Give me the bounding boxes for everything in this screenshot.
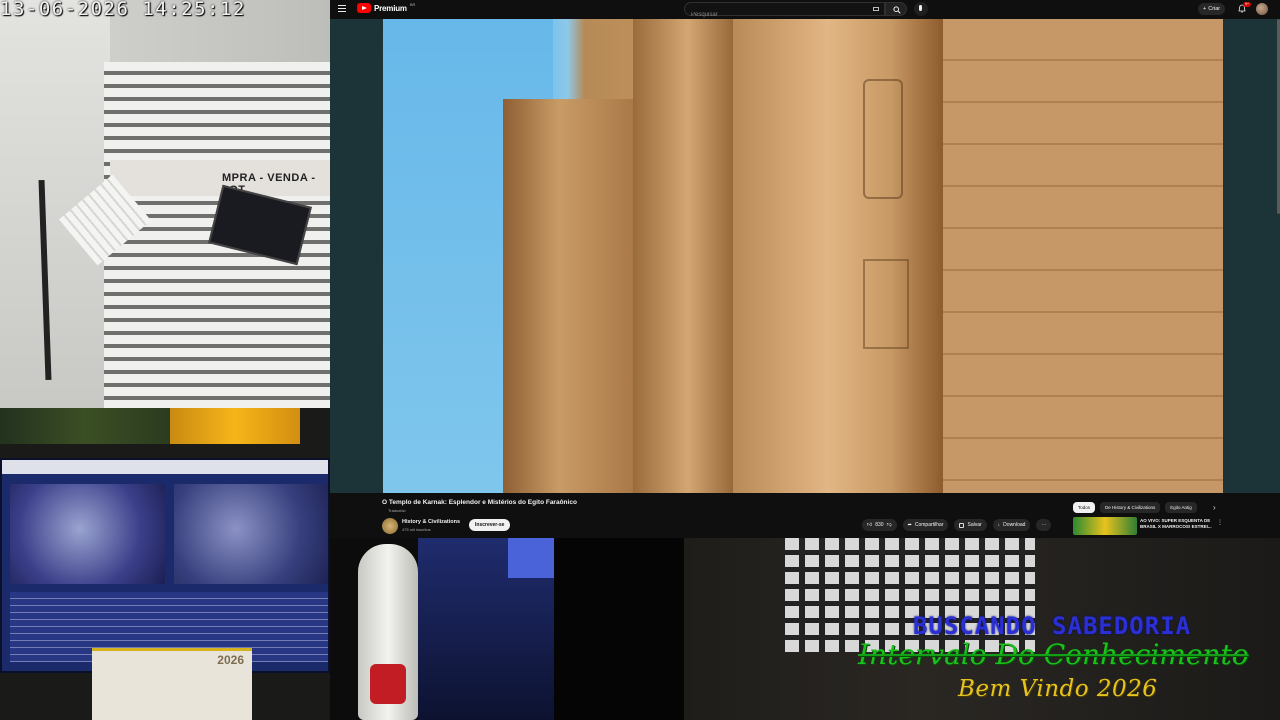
subscribe-button[interactable]: Inscrever-se [469, 519, 511, 531]
channel-avatar[interactable] [382, 518, 398, 534]
hieroglyph-cartouche [863, 79, 903, 199]
recommended-title[interactable]: AO VIVO: SUPER ESQUENTA DE BRASIL X MARR… [1140, 518, 1220, 529]
hamburger-menu-icon[interactable] [338, 5, 346, 13]
voice-search-mic-icon[interactable] [914, 2, 928, 16]
monitor-stream-thumb-2 [174, 484, 328, 584]
video-wall [943, 19, 1223, 493]
like-dislike-button[interactable]: 👍︎ 830 👎︎ [862, 519, 897, 531]
youtube-logo[interactable]: Premium BR [357, 1, 416, 13]
video-title: O Templo de Karnak: Esplendor e Mistério… [382, 499, 577, 506]
share-icon: ➦ [907, 522, 912, 528]
share-label: Compartilhar [914, 522, 944, 528]
youtube-play-icon [357, 3, 371, 13]
chip-channel[interactable]: De History & Civilizations [1100, 502, 1161, 513]
more-icon: ⋯ [1041, 522, 1047, 528]
logo-text: Premium [374, 3, 407, 13]
logo-country: BR [409, 1, 416, 7]
user-avatar[interactable] [1256, 3, 1268, 15]
chip-topic[interactable]: Egito Antig [1165, 502, 1197, 513]
search-icon [893, 6, 901, 14]
desk-calendar: 2026 [92, 648, 252, 720]
translated-tag: Traduzido [388, 508, 406, 513]
desk-webcam: 2026 [0, 408, 330, 720]
stream-layout: MPRA - VENDA - LOT 13-06-2026 14:25:12 2… [0, 0, 1280, 720]
video-player[interactable] [383, 19, 1223, 493]
download-button[interactable]: ↓ Download [992, 519, 1031, 531]
player-left-margin [330, 19, 383, 493]
overlay-subtitle: Intervalo Do Conhecimento [858, 638, 1249, 671]
save-icon [959, 522, 965, 528]
monitor-stream-thumb-1 [10, 484, 165, 584]
collectible-figure [358, 544, 418, 720]
create-label: Criar [1208, 6, 1221, 12]
create-button[interactable]: + Criar [1198, 3, 1226, 15]
keyboard-icon[interactable] [873, 7, 879, 11]
chevron-right-icon[interactable]: › [1213, 503, 1216, 512]
chip-all[interactable]: Todos [1073, 502, 1096, 513]
recommended-thumbnail[interactable] [1073, 517, 1137, 535]
calendar-year: 2026 [217, 653, 244, 667]
channel-subscribers: 475 mil inscritos [402, 527, 431, 532]
thumbs-down-icon: 👎︎ [886, 522, 892, 528]
search-box [684, 2, 885, 21]
video-column-3 [733, 19, 943, 493]
dark-area [554, 538, 684, 720]
desk-lamp [170, 408, 300, 444]
player-right-margin [1223, 19, 1280, 493]
more-actions-button[interactable]: ⋯ [1036, 519, 1052, 531]
camera-feed: MPRA - VENDA - LOT 13-06-2026 14:25:12 [0, 0, 330, 408]
like-count: 830 [875, 522, 884, 528]
related-filter-chips: Todos De History & Civilizations Egito A… [1073, 502, 1197, 513]
share-button[interactable]: ➦ Compartilhar [902, 519, 949, 531]
notifications-badge: 9+ [1243, 2, 1251, 7]
youtube-window: Premium BR +Criar 9+ O Templo de Karnak:… [330, 0, 1280, 538]
overlay-title: BUSCANDO SABEDORIA [913, 612, 1192, 640]
side-monitor [418, 538, 554, 720]
monitor-browser-bar [2, 460, 328, 474]
plant-shelf [0, 408, 170, 444]
plus-icon: + [1203, 6, 1207, 12]
video-column-1 [503, 99, 643, 493]
search-button[interactable] [885, 2, 907, 16]
download-icon: ↓ [997, 522, 1001, 528]
download-label: Download [1003, 522, 1026, 528]
hieroglyph-panel [863, 259, 909, 349]
save-label: Salvar [967, 522, 982, 528]
channel-name[interactable]: History & Civilizations [402, 519, 460, 525]
room-webcam: BUSCANDO SABEDORIA Intervalo Do Conhecim… [330, 538, 1280, 720]
video-column-2 [633, 19, 743, 493]
overlay-welcome: Bem Vindo 2026 [958, 676, 1158, 702]
save-button[interactable]: Salvar [954, 519, 987, 531]
video-actions: 👍︎ 830 👎︎ ➦ Compartilhar Salvar ↓ Downlo… [862, 519, 1052, 531]
desk-monitor [0, 458, 330, 673]
thumbs-up-icon: 👍︎ [867, 522, 873, 528]
camera-timestamp: 13-06-2026 14:25:12 [0, 0, 246, 20]
recommended-more-icon[interactable]: ⋮ [1217, 519, 1223, 526]
